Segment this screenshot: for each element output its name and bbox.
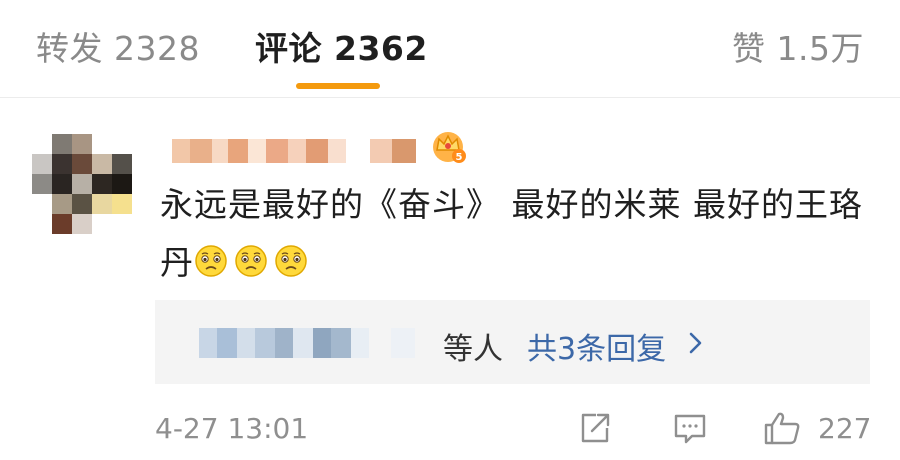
like-count: 227 — [818, 412, 872, 445]
reply-preview[interactable]: 等人 共3条回复 — [155, 300, 870, 384]
chevron-right-icon[interactable] — [685, 329, 707, 357]
tab-likes[interactable]: 赞 1.5万 — [732, 22, 864, 70]
reply-users-suffix: 等人 — [443, 332, 503, 367]
svg-text:5: 5 — [456, 152, 463, 163]
thumbs-up-icon[interactable] — [762, 410, 802, 446]
active-tab-indicator — [296, 83, 380, 89]
comment-icon[interactable] — [672, 410, 708, 446]
pleading-face-icon — [275, 245, 307, 277]
view-replies-link[interactable]: 共3条回复 — [527, 324, 666, 368]
pleading-face-icon — [235, 245, 267, 277]
reply-user-names — [199, 328, 415, 358]
tab-comments[interactable]: 评论 2362 — [255, 22, 428, 70]
avatar[interactable] — [32, 134, 132, 234]
tab-forward[interactable]: 转发 2328 — [36, 22, 200, 70]
comment-timestamp: 4-27 13:01 — [155, 412, 309, 445]
share-icon[interactable] — [578, 410, 612, 446]
vip-crown-icon: 5 — [433, 132, 466, 163]
comment-body: 永远是最好的《奋斗》 最好的米莱 最好的王珞丹 — [160, 176, 870, 292]
pleading-face-icon — [195, 245, 227, 277]
tab-bar: 转发 2328 评论 2362 赞 1.5万 — [0, 0, 900, 98]
username[interactable] — [172, 138, 416, 164]
